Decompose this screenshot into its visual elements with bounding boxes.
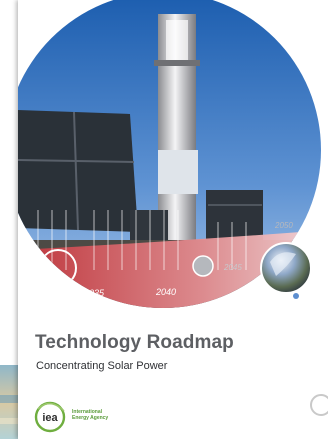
solar-tower-photo: 2035 2040 2045 2050 [18,0,321,308]
svg-text:iea: iea [42,412,58,424]
timeline-year-2050: 2050 [274,221,293,230]
marble-sphere-icon [260,242,312,294]
timeline-dot-icon [293,293,299,299]
cover-title: Technology Roadmap [35,332,234,353]
report-cover: 2035 2040 2045 2050 Technology Roadmap C… [18,0,328,439]
timeline-year-2045: 2045 [223,263,242,272]
circle-nav-icon[interactable] [310,394,328,416]
timeline-year-2040: 2040 [155,287,176,297]
timeline-year-2035: 2035 [83,288,105,298]
cover-subtitle: Concentrating Solar Power [36,360,168,372]
logo-line-2: Energy Agency [72,415,109,421]
iea-logo: iea International Energy Agency [34,399,154,433]
iea-logo-icon: iea [34,401,66,433]
